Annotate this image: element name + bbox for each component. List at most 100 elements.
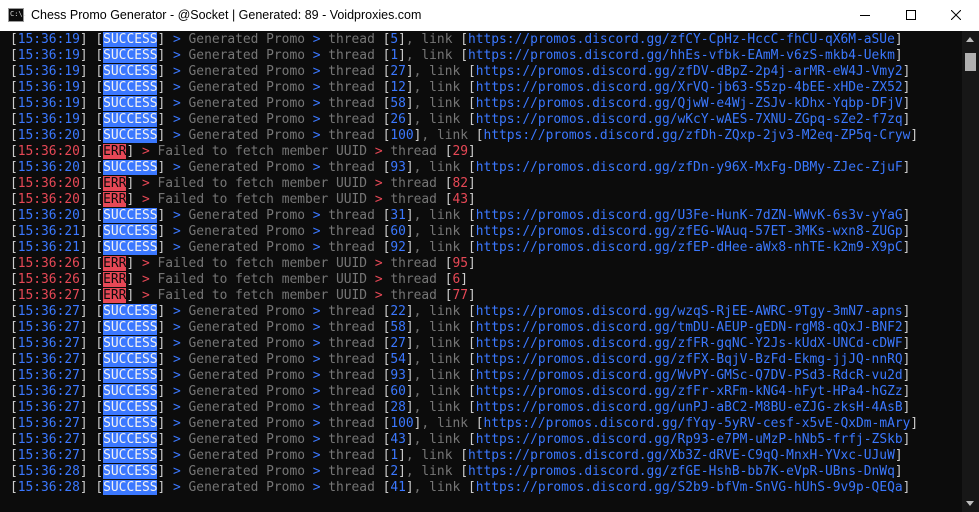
thread-number: 58 (390, 320, 406, 335)
promo-link[interactable]: https://promos.discord.gg/zfDV-dBpZ-2p4j… (476, 64, 903, 79)
bracket: ] [ (79, 144, 104, 159)
log-line-success: [15:36:19] [SUCCESS] > Generated Promo >… (10, 80, 910, 96)
status-tag-error: ERR (103, 256, 127, 271)
log-message: Generated Promo (188, 384, 305, 399)
thread-number: 2 (390, 464, 399, 479)
arrow-separator: > (304, 480, 329, 495)
promo-link[interactable]: https://promos.discord.gg/Xb3Z-dRVE-C9qQ… (468, 448, 895, 463)
bracket: [ (467, 320, 476, 335)
log-line-success: [15:36:19] [SUCCESS] > Generated Promo >… (10, 112, 910, 128)
promo-link[interactable]: https://promos.discord.gg/fYqy-5yRV-cesf… (484, 416, 911, 431)
promo-link[interactable]: https://promos.discord.gg/XrVQ-jb63-S5zp… (476, 80, 903, 95)
link-label: , link (413, 224, 468, 239)
promo-link[interactable]: https://promos.discord.gg/zfGE-HshB-bb7K… (468, 464, 895, 479)
log-message: Failed to fetch member UUID (157, 288, 368, 303)
timestamp: 15:36:27 (17, 288, 80, 303)
thread-label: thread (328, 112, 383, 127)
bracket: ] (405, 368, 414, 383)
promo-link[interactable]: https://promos.discord.gg/U3Fe-HunK-7dZN… (476, 208, 903, 223)
arrow-separator: > (165, 448, 189, 463)
bracket: [ (460, 48, 468, 63)
thread-number: 43 (390, 432, 406, 447)
thread-number: 93 (390, 160, 406, 175)
log-message: Generated Promo (188, 320, 305, 335)
status-tag-success: SUCCESS (103, 416, 158, 431)
maximize-button[interactable] (888, 0, 934, 31)
bracket: [ (10, 160, 18, 175)
promo-link[interactable]: https://promos.discord.gg/wzqS-RjEE-AWRC… (476, 304, 903, 319)
status-tag-success: SUCCESS (103, 448, 158, 463)
bracket: ] (467, 176, 476, 191)
promo-link[interactable]: https://promos.discord.gg/zfEP-dHee-aWx8… (476, 240, 903, 255)
scroll-down-arrow-icon[interactable] (966, 501, 974, 506)
status-tag-success: SUCCESS (103, 352, 158, 367)
thread-number: 100 (390, 128, 414, 143)
arrow-separator: > (165, 224, 189, 239)
status-tag-success: SUCCESS (103, 336, 158, 351)
promo-link[interactable]: https://promos.discord.gg/WvPY-GMSc-Q7DV… (476, 368, 903, 383)
promo-link[interactable]: https://promos.discord.gg/tmDU-AEUP-gEDN… (476, 320, 903, 335)
bracket: ] (902, 224, 911, 239)
bracket: ] (405, 240, 414, 255)
console-app-icon[interactable]: C:\. (8, 8, 27, 22)
thread-number: 29 (452, 144, 468, 159)
promo-link[interactable]: https://promos.discord.gg/zfDn-y96X-MxFg… (476, 160, 903, 175)
promo-link[interactable]: https://promos.discord.gg/zfCY-CpHz-HccC… (468, 32, 895, 47)
arrow-separator: > (165, 64, 189, 79)
promo-link[interactable]: https://promos.discord.gg/unPJ-aBC2-M8BU… (476, 400, 903, 415)
bracket: [ (10, 256, 18, 271)
timestamp: 15:36:27 (17, 416, 80, 431)
link-label: , link (413, 240, 468, 255)
minimize-button[interactable] (842, 0, 888, 31)
bracket: ] (467, 256, 476, 271)
status-tag-success: SUCCESS (103, 80, 158, 95)
promo-link[interactable]: https://promos.discord.gg/QjwW-e4Wj-ZSJv… (476, 96, 903, 111)
bracket: ] (398, 48, 406, 63)
bracket: [ (10, 416, 18, 431)
bracket: ] [ (79, 336, 104, 351)
log-message: Generated Promo (188, 352, 305, 367)
promo-link[interactable]: https://promos.discord.gg/zfDh-ZQxp-2jv3… (484, 128, 911, 143)
bracket: ] (902, 384, 911, 399)
link-label: , link (413, 160, 468, 175)
link-label: , link (421, 128, 476, 143)
promo-link[interactable]: https://promos.discord.gg/zfFR-gqNC-Y2Js… (476, 336, 903, 351)
link-label: , link (405, 448, 461, 463)
link-label: , link (413, 208, 468, 223)
promo-link[interactable]: https://promos.discord.gg/zfFr-xRFm-kNG4… (476, 384, 903, 399)
promo-link[interactable]: https://promos.discord.gg/wKcY-wAES-7XNU… (476, 112, 903, 127)
console-output[interactable]: [15:36:19] [SUCCESS] > Generated Promo >… (0, 31, 962, 512)
thread-label: thread (390, 256, 445, 271)
promo-link[interactable]: https://promos.discord.gg/Rp93-e7PM-uMzP… (476, 432, 903, 447)
timestamp: 15:36:27 (17, 304, 80, 319)
thread-number: 82 (452, 176, 468, 191)
promo-link[interactable]: https://promos.discord.gg/S2b9-bfVm-SnVG… (476, 480, 903, 495)
title-bar[interactable]: C:\. Chess Promo Generator - @Socket | G… (0, 0, 979, 31)
arrow-separator: > (134, 192, 158, 207)
bracket: [ (10, 400, 18, 415)
promo-link[interactable]: https://promos.discord.gg/hhEs-vfbk-EAmM… (468, 48, 895, 63)
bracket: [ (10, 352, 18, 367)
thread-label: thread (328, 304, 383, 319)
link-label: , link (413, 112, 468, 127)
vertical-scrollbar[interactable] (962, 31, 979, 512)
bracket: ] (405, 80, 414, 95)
arrow-separator: > (134, 176, 158, 191)
scrollbar-thumb[interactable] (965, 53, 976, 71)
bracket: ] (460, 272, 468, 287)
bracket: [ (10, 80, 18, 95)
log-message: Generated Promo (188, 240, 305, 255)
thread-label: thread (328, 48, 383, 63)
scroll-up-arrow-icon[interactable] (966, 37, 974, 42)
log-message: Generated Promo (188, 112, 305, 127)
bracket: [ (460, 464, 468, 479)
log-message: Generated Promo (188, 464, 305, 479)
promo-link[interactable]: https://promos.discord.gg/zfFX-BqjV-BzFd… (476, 352, 903, 367)
bracket: ] (398, 464, 406, 479)
bracket: ] (405, 336, 414, 351)
log-line-success: [15:36:21] [SUCCESS] > Generated Promo >… (10, 240, 910, 256)
promo-link[interactable]: https://promos.discord.gg/zfEG-WAuq-57ET… (476, 224, 903, 239)
close-button[interactable] (933, 0, 979, 31)
log-line-success: [15:36:27] [SUCCESS] > Generated Promo >… (10, 432, 910, 448)
bracket: [ (10, 208, 18, 223)
